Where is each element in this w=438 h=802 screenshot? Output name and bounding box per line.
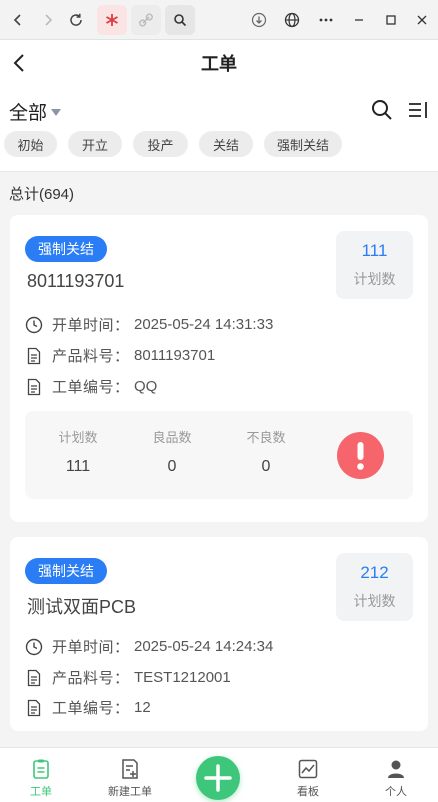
stat-good: 良品数 0 xyxy=(142,427,202,476)
row-value: QQ xyxy=(134,378,158,395)
reload-icon[interactable] xyxy=(61,5,91,35)
product-number-row: 产品料号： TEST1212001 xyxy=(25,667,231,688)
status-selector[interactable]: 全部 xyxy=(9,98,62,125)
row-value: 2025-05-24 14:24:34 xyxy=(134,638,274,655)
row-value: 2025-05-24 14:31:33 xyxy=(134,316,274,333)
chip-initial[interactable]: 初始 xyxy=(4,131,57,157)
chip-force-closed[interactable]: 强制关结 xyxy=(264,131,342,157)
page-header: 工单 xyxy=(0,40,438,86)
add-button[interactable] xyxy=(196,756,240,800)
plan-count-value: 212 xyxy=(360,563,389,582)
stat-plan: 计划数 111 xyxy=(48,427,108,476)
list-filter-icon[interactable] xyxy=(406,98,430,122)
chart-icon xyxy=(298,759,318,779)
browser-toolbar xyxy=(0,0,438,40)
document-icon xyxy=(27,347,41,364)
document-icon xyxy=(27,699,41,716)
chip-open[interactable]: 开立 xyxy=(68,131,122,157)
total-count: 总计(694) xyxy=(9,186,75,203)
stat-label: 计划数 xyxy=(58,430,98,445)
row-label: 产品料号： xyxy=(52,670,130,687)
search-icon[interactable] xyxy=(370,98,394,122)
work-order-name: 测试双面PCB xyxy=(27,597,137,617)
download-icon[interactable] xyxy=(244,5,274,35)
stats-panel: 计划数 111 良品数 0 不良数 0 xyxy=(25,411,413,499)
open-time-row: 开单时间： 2025-05-24 14:24:34 xyxy=(25,636,273,657)
open-time-row: 开单时间： 2025-05-24 14:31:33 xyxy=(25,314,273,335)
filter-bar: 全部 xyxy=(0,86,438,172)
work-order-card[interactable]: 强制关结 8011193701 111 计划数 开单时间： 2025-05-24… xyxy=(10,215,428,522)
row-label: 工单编号： xyxy=(52,379,130,396)
product-number-row: 产品料号： 8011193701 xyxy=(25,345,215,366)
row-value: 8011193701 xyxy=(134,347,216,364)
plan-count-value: 111 xyxy=(361,241,388,260)
clock-icon xyxy=(25,316,43,333)
plan-count-label: 计划数 xyxy=(353,271,396,287)
row-label: 产品料号： xyxy=(52,348,130,365)
nav-item-profile[interactable]: 个人 xyxy=(361,758,431,799)
order-number-row: 工单编号： QQ xyxy=(25,376,157,397)
link-icon[interactable] xyxy=(131,5,161,35)
alert-icon xyxy=(337,432,384,479)
row-value: 12 xyxy=(134,699,151,716)
order-number-row: 工单编号： 12 xyxy=(25,697,151,718)
document-icon xyxy=(27,669,41,686)
stat-value: 0 xyxy=(261,458,271,475)
stat-value: 111 xyxy=(65,458,91,475)
row-label: 工单编号： xyxy=(52,700,130,717)
chip-closed[interactable]: 关结 xyxy=(199,131,253,157)
stat-label: 不良数 xyxy=(246,430,286,445)
status-badge: 强制关结 xyxy=(25,558,107,584)
status-selector-label: 全部 xyxy=(9,103,48,124)
nav-label: 看板 xyxy=(297,786,319,798)
work-order-name: 8011193701 xyxy=(27,271,125,291)
document-icon xyxy=(27,378,41,395)
plan-count-box: 111 计划数 xyxy=(336,231,413,299)
new-document-icon xyxy=(122,759,138,779)
minimize-icon[interactable] xyxy=(344,5,374,35)
clipboard-icon xyxy=(33,759,49,779)
caret-down-icon xyxy=(51,109,62,116)
row-label: 开单时间： xyxy=(52,639,130,656)
stat-value: 0 xyxy=(167,458,177,475)
person-icon xyxy=(388,760,404,778)
work-order-card[interactable]: 强制关结 测试双面PCB 212 计划数 开单时间： 2025-05-24 14… xyxy=(10,537,428,731)
maximize-icon[interactable] xyxy=(376,5,406,35)
clock-icon xyxy=(25,638,43,655)
nav-item-new-order[interactable]: 新建工单 xyxy=(95,758,165,799)
search-icon[interactable] xyxy=(165,5,195,35)
plan-count-label: 计划数 xyxy=(353,593,396,609)
nav-item-work-order[interactable]: 工单 xyxy=(6,758,76,799)
back-icon[interactable] xyxy=(3,5,33,35)
more-icon[interactable] xyxy=(311,5,341,35)
globe-icon[interactable] xyxy=(277,5,307,35)
forward-icon[interactable] xyxy=(33,5,63,35)
plus-icon xyxy=(204,764,232,792)
nav-item-dashboard[interactable]: 看板 xyxy=(273,758,343,799)
extension-icon[interactable] xyxy=(97,5,127,35)
nav-label: 个人 xyxy=(385,786,407,798)
close-icon[interactable] xyxy=(407,5,437,35)
chip-production[interactable]: 投产 xyxy=(133,131,188,157)
stat-defect: 不良数 0 xyxy=(236,427,296,476)
back-arrow-icon[interactable] xyxy=(8,51,32,75)
stat-label: 良品数 xyxy=(152,430,192,445)
row-label: 开单时间： xyxy=(52,317,130,334)
nav-label: 新建工单 xyxy=(108,786,152,798)
nav-label: 工单 xyxy=(30,786,52,798)
row-value: TEST1212001 xyxy=(134,669,231,686)
page-title: 工单 xyxy=(201,54,237,74)
status-badge: 强制关结 xyxy=(25,236,107,262)
plan-count-box: 212 计划数 xyxy=(336,553,413,621)
